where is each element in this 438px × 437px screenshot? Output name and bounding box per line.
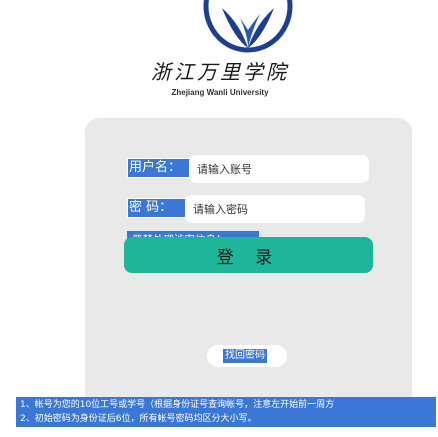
university-emblem-icon [203,0,293,53]
notice-line-2: 2、初始密码为身份证后6位，所有帐号密码均区分大小写。 [20,414,257,424]
forgot-password-pill: 找回密码 [207,345,287,367]
password-label: 密 码： [127,198,188,218]
notice-bar: 1、帐号为您的10位工号或学号（根据身份证号查询帐号，注意左开始前一周方 2、初… [16,397,436,427]
login-button-label: 登 录 [216,247,281,268]
username-label: 用户名： [127,158,194,178]
school-name-cn: 浙江万里学院 [151,60,289,84]
forgot-password-link[interactable]: 找回密码 [223,349,267,363]
password-row: 密 码： [127,195,373,223]
login-button[interactable]: 登 录 [124,237,373,273]
notice-line-1: 1、帐号为您的10位工号或学号（根据身份证号查询帐号，注意左开始前一周方 [20,400,335,410]
school-name-en: Zhejiang Wanli University [171,88,269,97]
username-input[interactable] [189,155,369,183]
login-card: 用户名： 密 码： 严禁处理涉密信息！ 登 录 找回密码 [85,118,412,410]
login-page: 浙江万里学院 Zhejiang Wanli University 用户名： 密 … [0,0,438,437]
username-row: 用户名： [127,155,373,183]
password-input[interactable] [185,195,365,223]
